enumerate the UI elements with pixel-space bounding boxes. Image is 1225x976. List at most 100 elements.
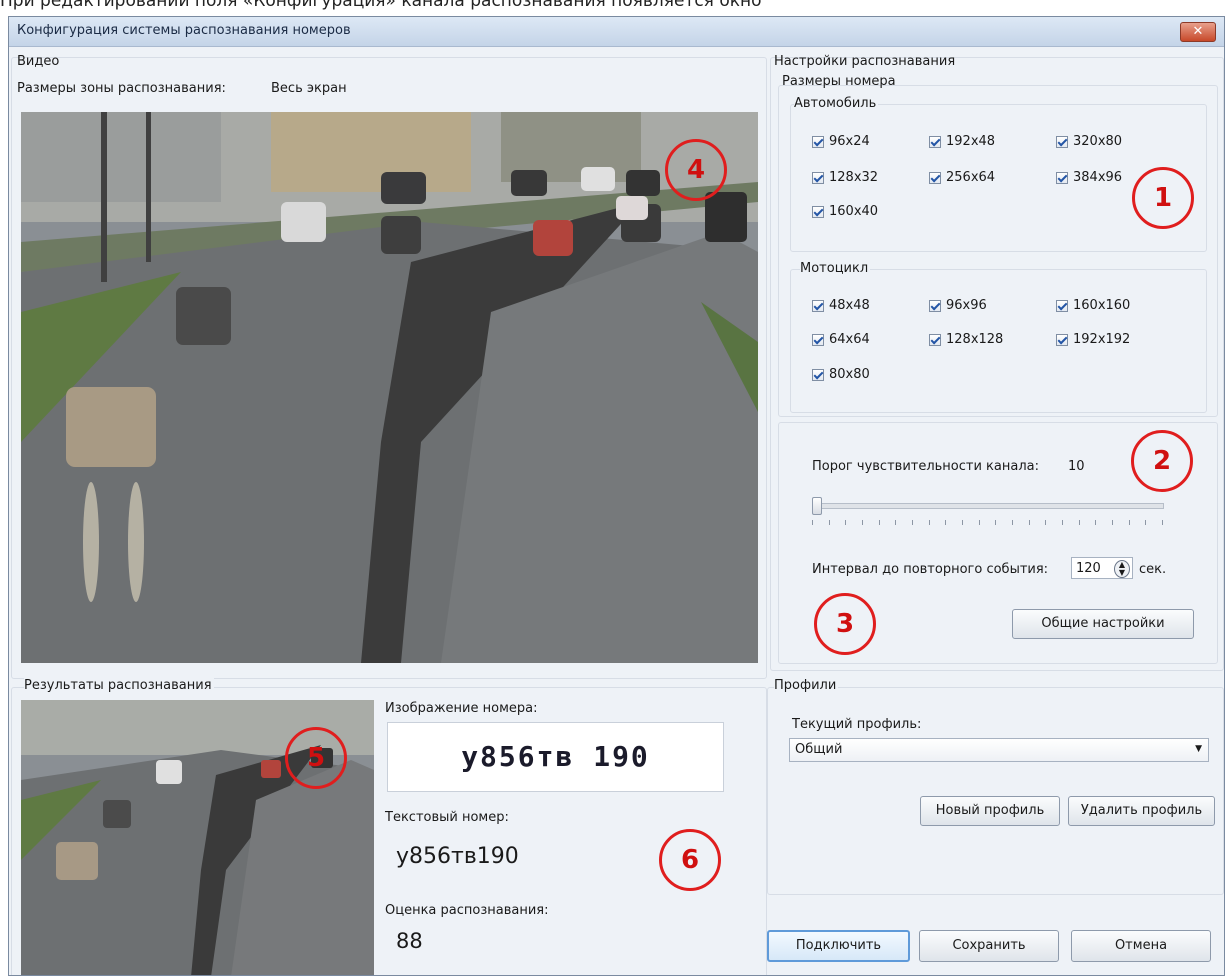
checkbox-label: 256x64 xyxy=(946,170,996,185)
profile-select-value: Общий xyxy=(795,742,843,757)
interval-label: Интервал до повторного события: xyxy=(812,562,1049,577)
connect-button[interactable]: Подключить xyxy=(767,930,910,962)
checkbox-box[interactable] xyxy=(929,299,941,312)
slider-tick xyxy=(978,520,980,525)
interval-stepper[interactable]: 120 ▲ ▼ xyxy=(1071,557,1133,579)
slider-tick xyxy=(812,520,813,525)
slider-tick xyxy=(845,520,847,525)
checkbox-box[interactable] xyxy=(812,135,824,148)
car-size-checkbox[interactable]: 96x24 xyxy=(812,134,870,149)
video-frame[interactable] xyxy=(21,112,758,663)
checkbox-box[interactable] xyxy=(929,135,941,148)
checkbox-label: 160x40 xyxy=(829,204,879,219)
chevron-down-icon[interactable]: ▼ xyxy=(1195,744,1202,754)
slider-tick xyxy=(1112,520,1113,525)
interval-unit: сек. xyxy=(1139,562,1167,577)
threshold-slider-thumb[interactable] xyxy=(812,497,822,515)
threshold-value: 10 xyxy=(1068,459,1085,474)
slider-tick xyxy=(995,520,997,525)
moto-size-checkbox[interactable]: 96x96 xyxy=(929,298,987,313)
checkbox-label: 128x32 xyxy=(829,170,879,185)
moto-size-checkbox[interactable]: 192x192 xyxy=(1056,332,1130,347)
cancel-button[interactable]: Отмена xyxy=(1071,930,1211,962)
general-settings-button[interactable]: Общие настройки xyxy=(1012,609,1194,639)
moto-size-checkbox[interactable]: 64x64 xyxy=(812,332,870,347)
checkbox-box[interactable] xyxy=(1056,333,1068,346)
checkbox-box[interactable] xyxy=(929,333,941,346)
threshold-label: Порог чувствительности канала: xyxy=(812,459,1039,474)
checkbox-box[interactable] xyxy=(812,333,824,346)
plate-image-text: у856тв 190 xyxy=(461,740,650,773)
slider-tick xyxy=(945,520,947,525)
callout-2: 2 xyxy=(1131,430,1193,492)
slider-tick xyxy=(1078,520,1080,525)
car-size-checkbox[interactable]: 384x96 xyxy=(1056,170,1122,185)
slider-tick xyxy=(862,520,863,525)
car-size-checkbox[interactable]: 160x40 xyxy=(812,204,878,219)
score-label: Оценка распознавания: xyxy=(385,903,549,918)
slider-tick xyxy=(1028,520,1030,525)
save-button[interactable]: Сохранить xyxy=(919,930,1059,962)
checkbox-label: 192x192 xyxy=(1073,332,1131,347)
slider-tick xyxy=(1062,520,1063,525)
callout-3: 3 xyxy=(814,593,876,655)
car-size-checkbox[interactable]: 128x32 xyxy=(812,170,878,185)
checkbox-box[interactable] xyxy=(812,368,824,381)
moto-size-checkbox[interactable]: 48x48 xyxy=(812,298,870,313)
plate-image: у856тв 190 xyxy=(387,722,724,792)
video-group-label: Видео xyxy=(17,54,60,69)
slider-tick xyxy=(878,520,880,525)
callout-1: 1 xyxy=(1132,167,1194,229)
new-profile-button[interactable]: Новый профиль xyxy=(920,796,1060,826)
recognition-group-label: Настройки распознавания xyxy=(774,54,956,69)
checkbox-box[interactable] xyxy=(1056,171,1068,184)
config-window: Конфигурация системы распознавания номер… xyxy=(8,16,1225,976)
callout-5: 5 xyxy=(285,727,347,789)
checkbox-label: 320x80 xyxy=(1073,134,1123,149)
checkbox-box[interactable] xyxy=(929,171,941,184)
plate-image-label: Изображение номера: xyxy=(385,701,538,716)
slider-tick xyxy=(1145,520,1147,525)
moto-size-checkbox[interactable]: 80x80 xyxy=(812,367,870,382)
window-title: Конфигурация системы распознавания номер… xyxy=(17,23,351,38)
results-group-label: Результаты распознавания xyxy=(24,678,214,693)
slider-tick xyxy=(928,520,930,525)
video-frame-image xyxy=(21,112,758,663)
checkbox-box[interactable] xyxy=(812,205,824,218)
slider-tick xyxy=(895,520,897,525)
spin-icon[interactable]: ▲ ▼ xyxy=(1114,560,1130,578)
page-caption: При редактировании поля «Конфигурация» к… xyxy=(0,0,762,11)
checkbox-label: 48x48 xyxy=(829,298,870,313)
car-size-checkbox[interactable]: 192x48 xyxy=(929,134,995,149)
checkbox-label: 192x48 xyxy=(946,134,996,149)
checkbox-box[interactable] xyxy=(812,299,824,312)
checkbox-box[interactable] xyxy=(1056,135,1068,148)
close-button[interactable]: ✕ xyxy=(1180,22,1216,42)
car-size-checkbox[interactable]: 320x80 xyxy=(1056,134,1122,149)
text-plate-label: Текстовый номер: xyxy=(385,810,509,825)
slider-tick xyxy=(1012,520,1013,525)
moto-size-checkbox[interactable]: 160x160 xyxy=(1056,298,1130,313)
plate-sizes-label: Размеры номера xyxy=(782,74,896,89)
checkbox-label: 64x64 xyxy=(829,332,870,347)
current-profile-label: Текущий профиль: xyxy=(792,717,922,732)
delete-profile-button[interactable]: Удалить профиль xyxy=(1068,796,1215,826)
moto-size-checkbox[interactable]: 128x128 xyxy=(929,332,1003,347)
checkbox-box[interactable] xyxy=(812,171,824,184)
slider-tick xyxy=(1095,520,1097,525)
checkbox-label: 128x128 xyxy=(946,332,1004,347)
callout-4: 4 xyxy=(665,139,727,201)
checkbox-box[interactable] xyxy=(1056,299,1068,312)
threshold-slider-track[interactable] xyxy=(812,503,1164,509)
slider-tick xyxy=(828,520,830,525)
profiles-group-label: Профили xyxy=(774,678,839,693)
slider-tick xyxy=(912,520,913,525)
slider-tick xyxy=(1045,520,1047,525)
checkbox-label: 384x96 xyxy=(1073,170,1123,185)
profile-select[interactable]: Общий ▼ xyxy=(789,738,1209,762)
interval-value[interactable]: 120 xyxy=(1076,561,1101,576)
car-size-checkbox[interactable]: 256x64 xyxy=(929,170,995,185)
slider-tick xyxy=(1162,520,1163,525)
moto-group-label: Мотоцикл xyxy=(800,261,871,276)
checkbox-label: 160x160 xyxy=(1073,298,1131,313)
